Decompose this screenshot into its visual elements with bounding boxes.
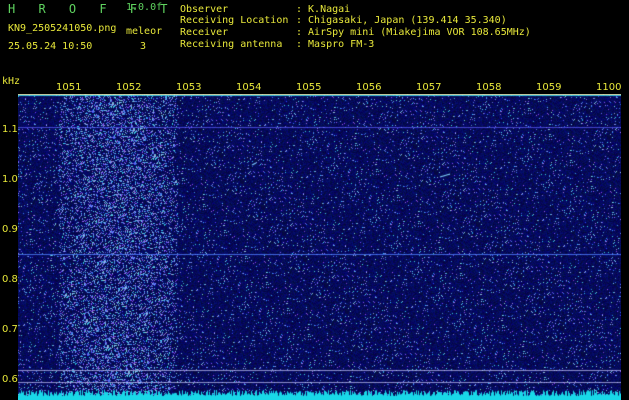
frequency-tick-label: 0.6: [2, 374, 18, 385]
observer-label: Observer: [180, 4, 229, 15]
time-tick-label: 1053: [176, 82, 202, 93]
time-tick-label: 1054: [236, 82, 262, 93]
time-tick-label: 1057: [416, 82, 442, 93]
receiver-label: Receiver: [180, 27, 229, 38]
time-tick-label: 1058: [476, 82, 502, 93]
time-tick-label: 1056: [356, 82, 382, 93]
location-label: Receiving Location: [180, 15, 289, 26]
mode-label: meleor: [126, 26, 163, 37]
frequency-tick-label: 1.1: [2, 124, 18, 135]
frequency-unit-label: kHz: [2, 76, 21, 87]
time-tick-label: 1052: [116, 82, 142, 93]
time-tick-label: 1051: [56, 82, 82, 93]
antenna-label: Receiving antenna: [180, 39, 283, 50]
location-value: : Chigasaki, Japan (139.414 35.340): [296, 15, 507, 26]
observer-value: : K.Nagai: [296, 4, 351, 15]
time-tick-label: 1059: [536, 82, 562, 93]
frequency-tick-label: 0.7: [2, 324, 18, 335]
count-label: 3: [140, 41, 147, 52]
time-tick-label: 1055: [296, 82, 322, 93]
antenna-value: : Maspro FM-3: [296, 39, 375, 50]
header-panel: H R O F F T 1.0.0f KN9_2505241050.png me…: [0, 0, 629, 76]
frequency-tick-label: 0.8: [2, 274, 18, 285]
filename-label: KN9_2505241050.png: [8, 23, 117, 34]
spectrogram-canvas: [18, 94, 621, 400]
receiver-value: : AirSpy mini (Miakejima VOR 108.65MHz): [296, 27, 531, 38]
datetime-label: 25.05.24 10:50: [8, 41, 93, 52]
frequency-tick-label: 0.9: [2, 224, 18, 235]
frequency-tick-label: 1.0: [2, 174, 18, 185]
version-label: 1.0.0f: [126, 2, 163, 13]
time-tick-label: 1100: [596, 82, 622, 93]
